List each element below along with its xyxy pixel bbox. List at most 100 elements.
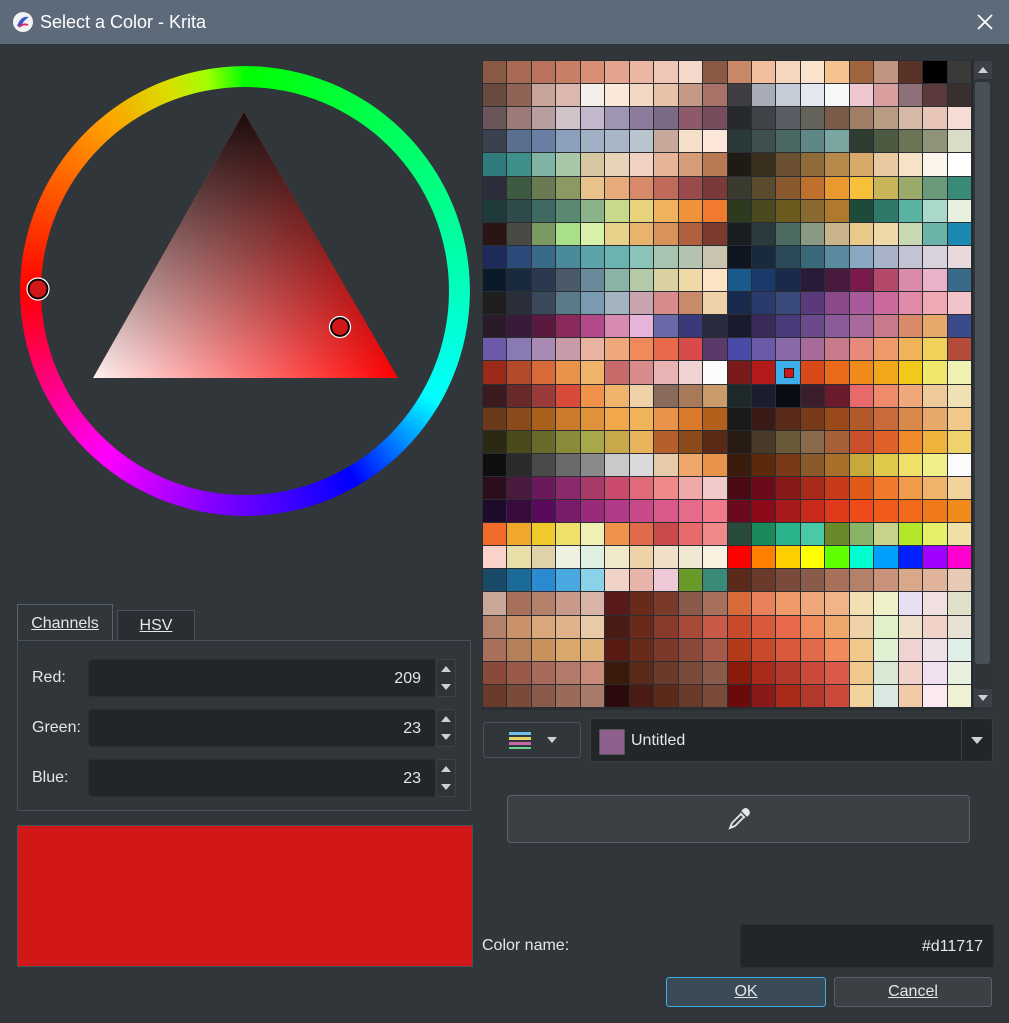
palette-swatch[interactable] (507, 268, 531, 292)
palette-swatch[interactable] (849, 476, 874, 500)
palette-swatch[interactable] (923, 453, 947, 476)
palette-swatch[interactable] (727, 500, 751, 523)
palette-swatch[interactable] (776, 292, 800, 315)
tab-hsv[interactable]: HSV (117, 610, 195, 640)
palette-swatch[interactable] (898, 615, 923, 638)
palette-swatch[interactable] (800, 176, 825, 199)
palette-swatch[interactable] (923, 500, 947, 523)
palette-swatch[interactable] (556, 130, 580, 153)
palette-swatch[interactable] (825, 638, 849, 661)
palette-swatch[interactable] (531, 199, 556, 222)
palette-swatch[interactable] (947, 407, 971, 430)
palette-swatch[interactable] (947, 361, 971, 384)
palette-swatch[interactable] (703, 615, 727, 638)
palette-swatch[interactable] (605, 61, 629, 84)
palette-swatch[interactable] (947, 592, 971, 615)
palette-swatch[interactable] (629, 500, 654, 523)
palette-swatch[interactable] (849, 500, 874, 523)
palette-swatch[interactable] (751, 361, 776, 384)
spin-down-icon[interactable] (441, 684, 451, 690)
palette-swatch[interactable] (654, 476, 678, 500)
palette-swatch[interactable] (556, 407, 580, 430)
palette-swatch[interactable] (727, 430, 751, 453)
palette-swatch[interactable] (947, 222, 971, 245)
palette-swatch[interactable] (751, 615, 776, 638)
palette-swatch[interactable] (703, 107, 727, 130)
palette-swatch[interactable] (483, 361, 507, 384)
palette-swatch[interactable] (580, 315, 605, 338)
palette-swatch[interactable] (849, 684, 874, 707)
palette-swatch[interactable] (507, 338, 531, 361)
palette-swatch[interactable] (800, 569, 825, 592)
palette-swatch[interactable] (483, 430, 507, 453)
palette-swatch[interactable] (507, 84, 531, 107)
palette-swatch[interactable] (580, 523, 605, 546)
palette-swatch[interactable] (800, 361, 825, 384)
palette-swatch[interactable] (800, 592, 825, 615)
palette-swatch[interactable] (923, 430, 947, 453)
palette-swatch[interactable] (727, 268, 751, 292)
palette-swatch[interactable] (507, 500, 531, 523)
palette-swatch[interactable] (776, 130, 800, 153)
palette-swatch[interactable] (703, 453, 727, 476)
palette-swatch[interactable] (727, 569, 751, 592)
palette-swatch[interactable] (727, 61, 751, 84)
palette-swatch[interactable] (898, 500, 923, 523)
palette-swatch[interactable] (947, 384, 971, 407)
palette-swatch[interactable] (629, 107, 654, 130)
palette-swatch[interactable] (483, 384, 507, 407)
palette-swatch[interactable] (678, 84, 703, 107)
palette-swatch[interactable] (849, 384, 874, 407)
palette-swatch[interactable] (678, 292, 703, 315)
palette-swatch[interactable] (678, 569, 703, 592)
palette-swatch[interactable] (629, 569, 654, 592)
palette-swatch[interactable] (507, 476, 531, 500)
palette-swatch[interactable] (898, 546, 923, 569)
palette-swatch[interactable] (898, 338, 923, 361)
palette-swatch[interactable] (678, 153, 703, 176)
palette-swatch[interactable] (654, 315, 678, 338)
palette-swatch[interactable] (800, 476, 825, 500)
palette-swatch[interactable] (874, 84, 898, 107)
green-input[interactable]: 23 (88, 709, 436, 747)
palette-swatch[interactable] (776, 61, 800, 84)
palette-swatch[interactable] (556, 569, 580, 592)
palette-swatch[interactable] (678, 176, 703, 199)
palette-swatch[interactable] (849, 638, 874, 661)
palette-swatch[interactable] (483, 84, 507, 107)
palette-swatch[interactable] (727, 222, 751, 245)
palette-swatch[interactable] (507, 407, 531, 430)
palette-swatch[interactable] (629, 546, 654, 569)
palette-swatch[interactable] (751, 338, 776, 361)
palette-swatch[interactable] (776, 315, 800, 338)
palette-swatch[interactable] (654, 176, 678, 199)
palette-swatch[interactable] (678, 500, 703, 523)
palette-swatch[interactable] (507, 430, 531, 453)
palette-swatch[interactable] (751, 292, 776, 315)
palette-swatch[interactable] (751, 222, 776, 245)
palette-swatch[interactable] (629, 661, 654, 684)
palette-swatch[interactable] (654, 153, 678, 176)
palette-swatch[interactable] (654, 338, 678, 361)
palette-swatch[interactable] (849, 222, 874, 245)
palette-swatch[interactable] (531, 430, 556, 453)
palette-swatch[interactable] (800, 684, 825, 707)
palette-swatch[interactable] (703, 61, 727, 84)
palette-swatch[interactable] (849, 546, 874, 569)
palette-swatch[interactable] (629, 61, 654, 84)
tab-channels[interactable]: Channels (17, 604, 113, 642)
palette-swatch[interactable] (580, 638, 605, 661)
palette-swatch[interactable] (947, 684, 971, 707)
palette-swatch[interactable] (703, 684, 727, 707)
palette-swatch[interactable] (947, 500, 971, 523)
palette-swatch[interactable] (825, 523, 849, 546)
spin-up-icon[interactable] (441, 716, 451, 722)
palette-swatch[interactable] (703, 176, 727, 199)
palette-swatch[interactable] (703, 569, 727, 592)
palette-swatch[interactable] (531, 453, 556, 476)
palette-swatch[interactable] (678, 523, 703, 546)
palette-swatch[interactable] (751, 268, 776, 292)
palette-swatch[interactable] (605, 130, 629, 153)
palette-swatch[interactable] (703, 384, 727, 407)
palette-swatch[interactable] (776, 476, 800, 500)
